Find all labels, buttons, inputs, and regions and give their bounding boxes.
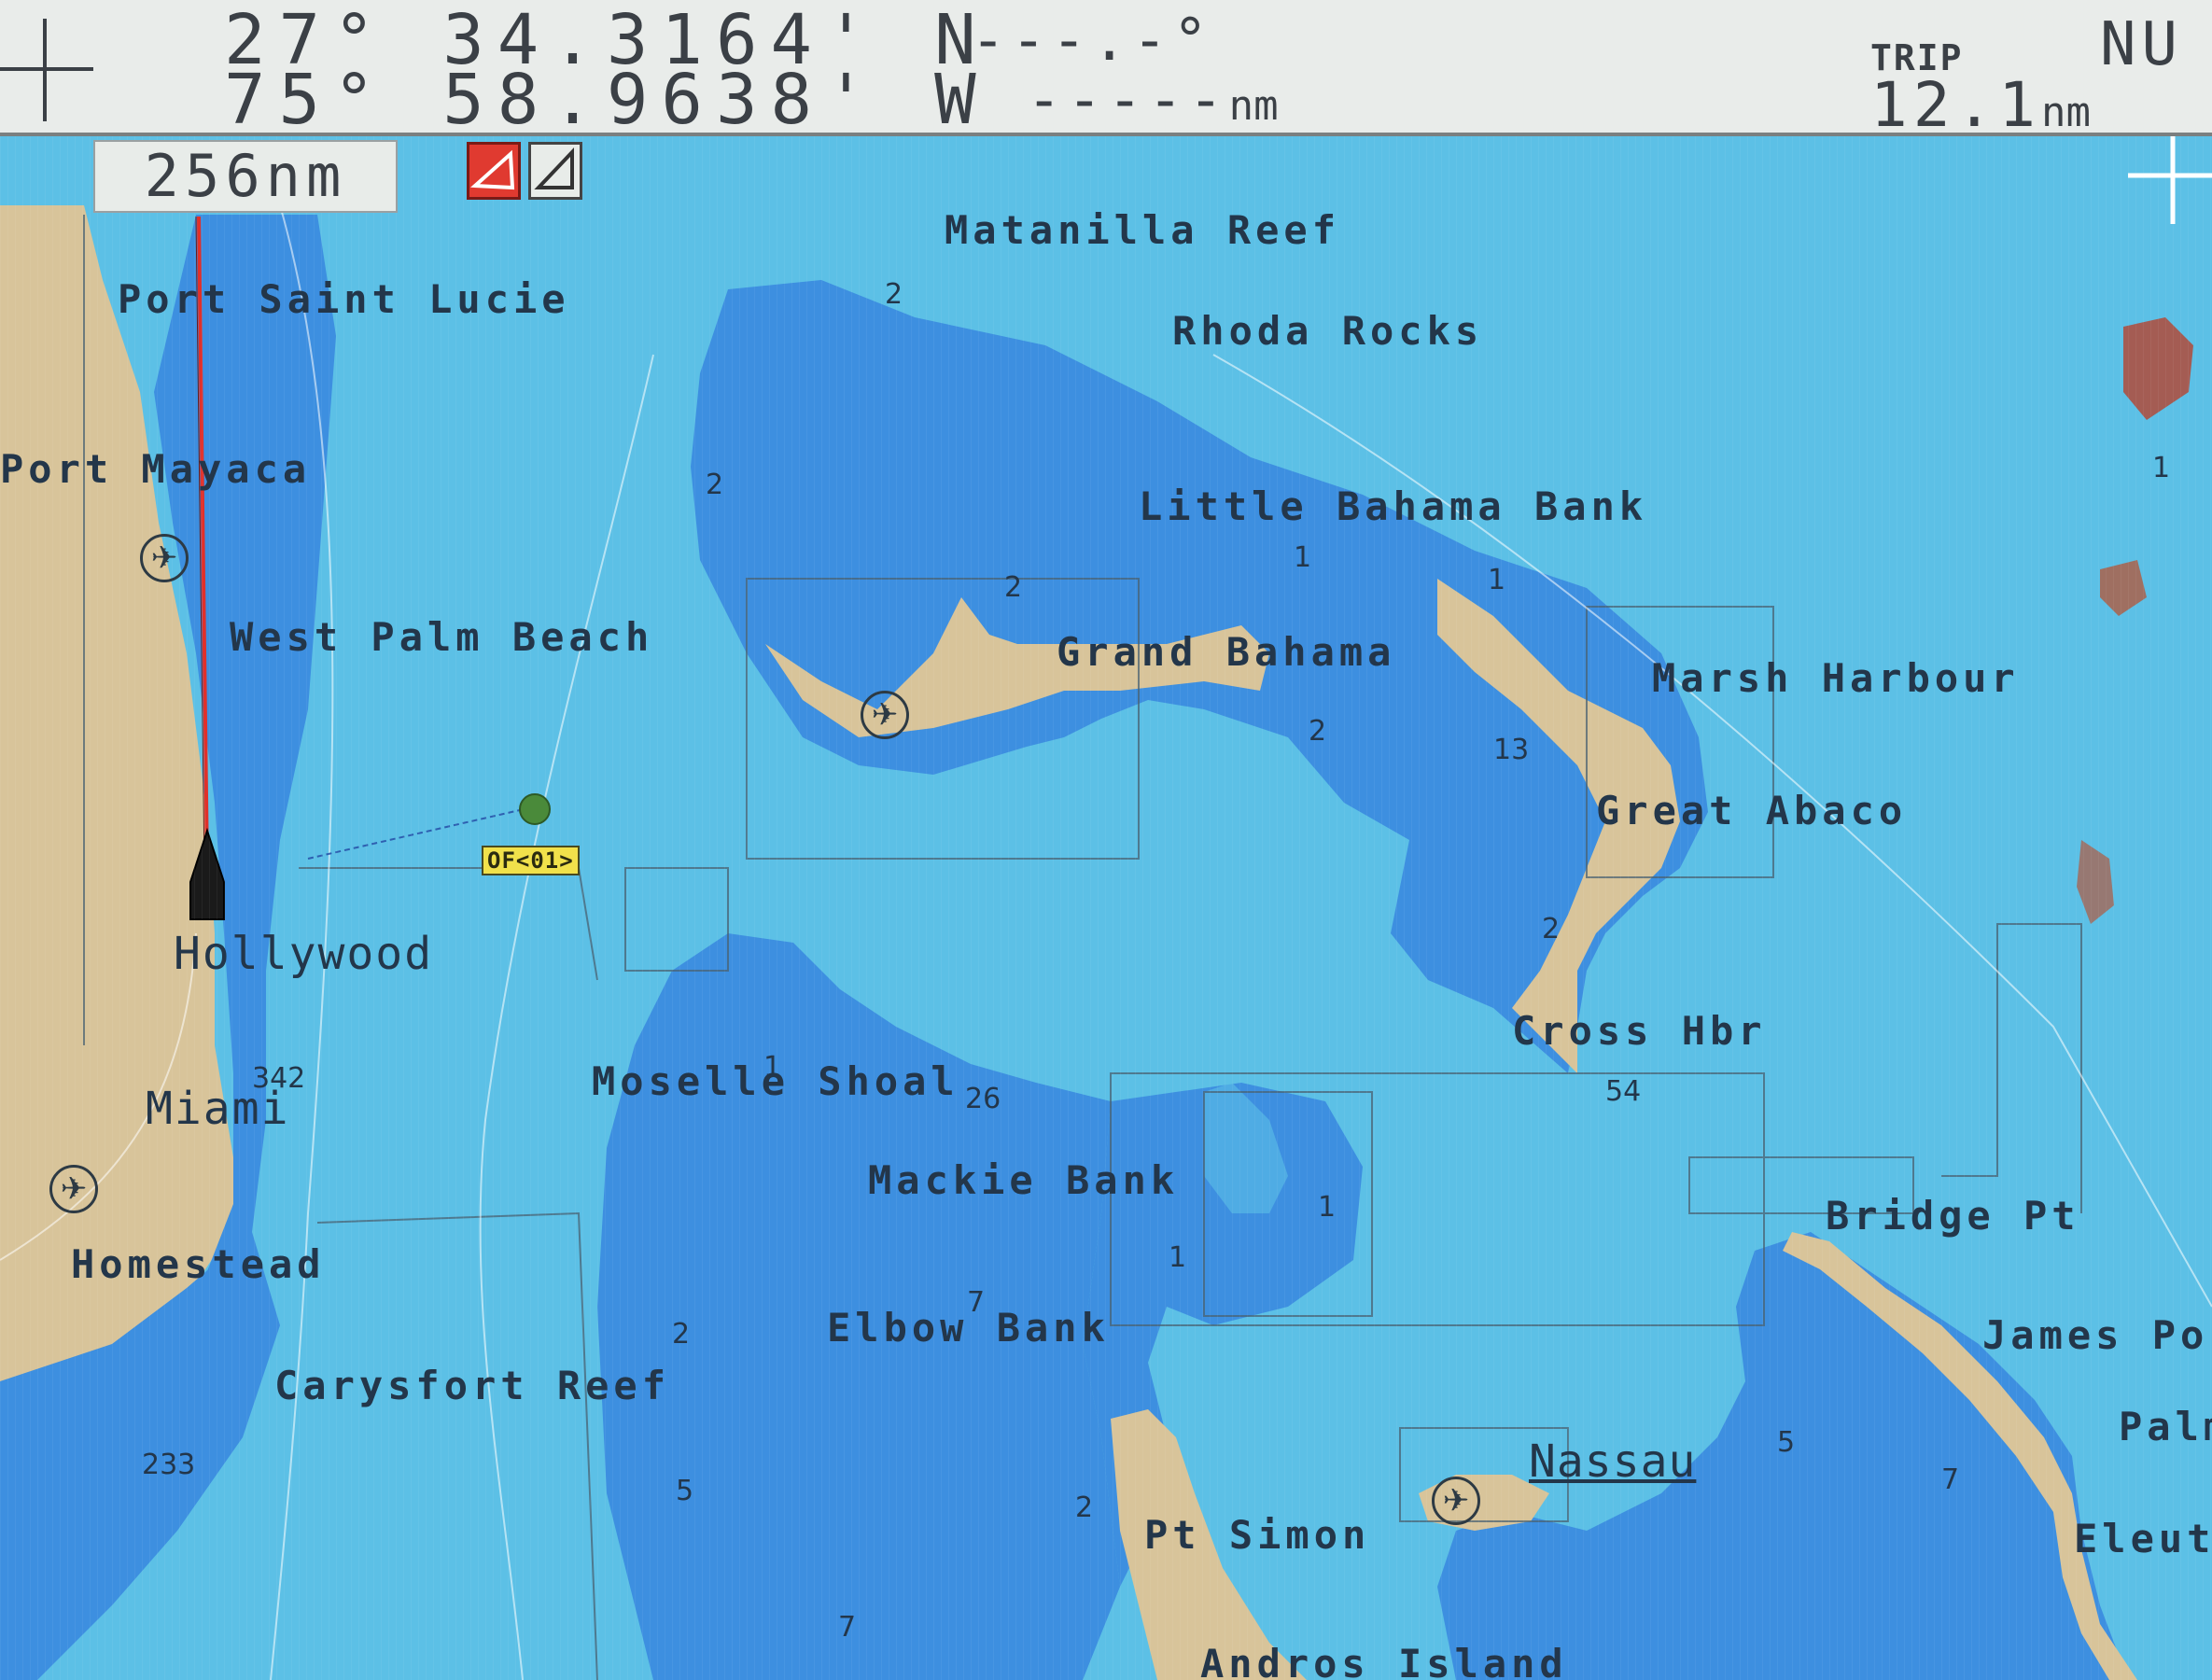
chartplotter-screen: 27° 34.3164' N 75° 58.9638' W ---.-° ---… [0,0,2212,1680]
airport-icon: ✈ [1432,1477,1480,1525]
label-eleuthera: Eleut [2074,1516,2212,1561]
depth-sounding: 1 [1318,1191,1337,1224]
depth-sounding: 1 [1488,564,1506,596]
depth-sounding: 2 [1004,571,1023,604]
label-nassau: Nassau [1529,1435,1697,1488]
depth-sounding: 1 [763,1051,782,1084]
depth-sounding: 2 [885,278,903,311]
label-port-saint-lucie: Port Saint Lucie [118,276,570,322]
label-mackie-bank: Mackie Bank [868,1157,1180,1203]
label-great-abaco: Great Abaco [1596,788,1908,833]
airport-icon: ✈ [140,534,189,582]
depth-sounding: 2 [706,469,724,501]
distance-value: ----- [1027,65,1229,133]
depth-sounding: 13 [1493,734,1530,766]
depth-sounding: 54 [1605,1075,1642,1108]
depth-sounding: 2 [672,1318,691,1351]
orientation-icon[interactable] [528,142,582,200]
waypoint-label[interactable]: OF<01> [482,846,580,875]
label-homestead: Homestead [71,1241,326,1287]
depth-sounding: 342 [252,1062,306,1095]
distance-readout: -----nm [1027,71,1279,129]
depth-sounding: 2 [1542,913,1561,945]
range-scale[interactable]: 256nm [93,140,398,213]
label-cross-hbr: Cross Hbr [1512,1008,1767,1054]
label-little-bahama-bank: Little Bahama Bank [1139,483,1648,529]
label-andros-island: Andros Island [1200,1641,1568,1680]
label-marsh-harbour: Marsh Harbour [1652,655,2020,701]
depth-sounding: 7 [967,1286,986,1319]
label-hollywood: Hollywood [174,928,434,980]
distance-unit: nm [1228,82,1279,130]
depth-sounding: 2 [1309,715,1327,748]
crosshair-icon [0,19,93,121]
mode-icon[interactable] [467,142,521,200]
waypoint-icon[interactable] [519,793,551,825]
depth-sounding: 5 [1777,1426,1796,1459]
label-pt-simon: Pt Simon [1144,1512,1371,1558]
label-west-palm-beach: West Palm Beach [230,614,654,660]
depth-sounding: 7 [1941,1463,1960,1496]
depth-sounding: 5 [676,1475,694,1507]
label-james-point: James Po [1982,1312,2209,1358]
label-port-mayaca: Port Mayaca [0,446,312,492]
depth-sounding: 1 [2152,452,2171,484]
depth-sounding: 2 [1075,1491,1094,1524]
longitude-readout: 75° 58.9638' W [224,60,989,140]
airport-icon: ✈ [861,691,909,739]
depth-sounding: 1 [1294,541,1312,574]
flag-icon [470,149,515,190]
airport-icon: ✈ [49,1165,98,1213]
label-rhoda-rocks: Rhoda Rocks [1172,308,1484,354]
label-matanilla-reef: Matanilla Reef [945,207,1341,253]
data-bar: 27° 34.3164' N 75° 58.9638' W ---.-° ---… [0,0,2212,136]
trip-unit: nm [2040,89,2091,136]
label-grand-bahama: Grand Bahama [1057,629,1396,675]
label-palm: Palm [2119,1404,2212,1449]
trip-readout: 12.1nm [1870,75,2091,136]
label-bridge-pt: Bridge Pt [1826,1193,2080,1239]
trip-value: 12.1 [1870,69,2041,141]
label-carysfort-reef: Carysfort Reef [274,1363,671,1408]
bearing-readout: ---.-° [971,6,1213,74]
depth-sounding: 1 [1169,1241,1187,1274]
depth-sounding: 26 [965,1083,1001,1115]
depth-sounding: 233 [142,1449,196,1481]
depth-sounding: 7 [838,1611,857,1644]
corner-label: NU [2100,10,2184,79]
north-up-icon [534,147,574,189]
